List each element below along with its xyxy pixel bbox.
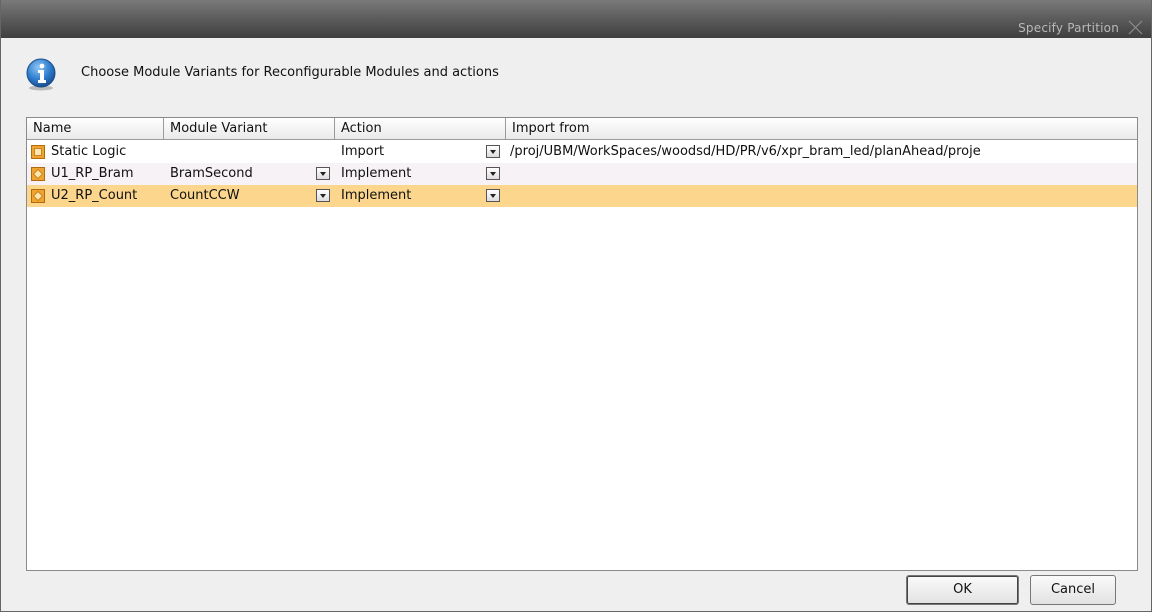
table-header: Name Module Variant Action Import from (27, 118, 1137, 140)
table-row[interactable]: Static Logic Import /proj/UBM/WorkSpaces… (27, 141, 1137, 163)
module-variant-dropdown-button[interactable] (316, 167, 330, 180)
info-icon (26, 58, 56, 91)
action-value: Import (341, 144, 385, 159)
module-variant-dropdown-button[interactable] (316, 189, 330, 202)
row-name: Static Logic (51, 144, 127, 159)
action-dropdown-button[interactable] (486, 145, 500, 158)
window-title: Specify Partition (1018, 21, 1119, 35)
row-name: U2_RP_Count (51, 188, 138, 203)
reconfig-partition-icon (31, 189, 45, 203)
title-bar[interactable]: Specify Partition (1, 0, 1151, 38)
action-select[interactable]: Implement (335, 163, 506, 185)
import-from-cell[interactable] (506, 163, 1137, 185)
column-header-action[interactable]: Action (335, 118, 506, 139)
module-variant-select[interactable]: BramSecond (164, 163, 335, 185)
module-variant-value: CountCCW (170, 188, 240, 203)
specify-partition-dialog: Specify Partition Choose Module Variants… (0, 0, 1152, 612)
import-from-cell[interactable] (506, 185, 1137, 207)
module-variant-select[interactable]: CountCCW (164, 185, 335, 207)
close-icon[interactable] (1125, 17, 1145, 37)
reconfig-partition-icon (31, 167, 45, 181)
column-header-name[interactable]: Name (27, 118, 164, 139)
action-value: Implement (341, 166, 412, 181)
action-select[interactable]: Implement (335, 185, 506, 207)
action-value: Implement (341, 188, 412, 203)
column-header-import-from[interactable]: Import from (506, 118, 1137, 139)
cancel-button[interactable]: Cancel (1030, 575, 1116, 605)
partition-table: Name Module Variant Action Import from S… (26, 117, 1138, 571)
import-from-select[interactable]: /proj/UBM/WorkSpaces/woodsd/HD/PR/v6/xpr… (506, 141, 1137, 163)
column-header-module-variant[interactable]: Module Variant (164, 118, 335, 139)
action-select[interactable]: Import (335, 141, 506, 163)
static-partition-icon (31, 145, 45, 159)
table-row-selected[interactable]: U2_RP_Count CountCCW Implement (27, 185, 1137, 207)
module-variant-cell[interactable] (164, 141, 335, 163)
import-from-value: /proj/UBM/WorkSpaces/woodsd/HD/PR/v6/xpr… (510, 144, 981, 159)
module-variant-value: BramSecond (170, 166, 253, 181)
action-dropdown-button[interactable] (486, 189, 500, 202)
row-name: U1_RP_Bram (51, 166, 134, 181)
action-dropdown-button[interactable] (486, 167, 500, 180)
table-row[interactable]: U1_RP_Bram BramSecond Implement (27, 163, 1137, 185)
dialog-message: Choose Module Variants for Reconfigurabl… (81, 65, 499, 80)
ok-button[interactable]: OK (906, 575, 1019, 605)
